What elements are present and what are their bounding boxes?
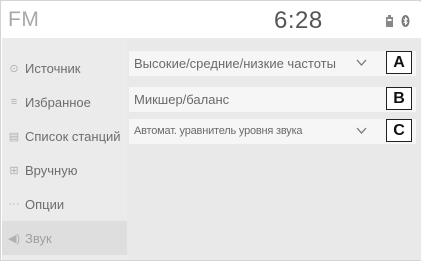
sidebar-menu: ⊙ Источник ≡ Избранное ▤ Список станций … <box>2 38 127 260</box>
sidebar-item-sound[interactable]: ◀) Звук <box>2 221 127 255</box>
sidebar-item-label: Список станций <box>25 128 121 144</box>
chevron-down-icon <box>356 59 367 66</box>
row-label: Автомат. уравнитель уровня звука <box>134 125 303 137</box>
row-mixer-balance[interactable]: Микшер/баланс B <box>129 87 416 112</box>
sidebar-item-label: Источник <box>25 60 81 76</box>
sidebar-item-label: Звук <box>25 230 52 246</box>
sidebar-item-label: Вручную <box>25 162 78 178</box>
sound-icon: ◀) <box>7 232 21 245</box>
sidebar-item-source[interactable]: ⊙ Источник <box>2 51 127 85</box>
row-auto-level[interactable]: Автомат. уравнитель уровня звука C <box>129 119 416 144</box>
sidebar-item-station-list[interactable]: ▤ Список станций <box>2 119 127 153</box>
callout-marker: C <box>386 119 412 142</box>
sidebar-item-manual[interactable]: ⊞ Вручную <box>2 153 127 187</box>
options-icon: ··· <box>8 198 20 210</box>
sidebar-item-label: Опции <box>25 196 65 212</box>
chevron-down-icon <box>356 127 367 134</box>
head-unit-screen: FM 6:28 ⊙ Источник ≡ Избранное ▤ Список … <box>0 0 421 261</box>
sound-settings-list: Высокие/средние/низкие частоты A Микшер/… <box>127 38 421 260</box>
clock: 6:28 <box>274 7 323 34</box>
header-bar: FM 6:28 <box>2 2 421 38</box>
source-icon: ⊙ <box>9 62 19 75</box>
row-tone-settings[interactable]: Высокие/средние/низкие частоты A <box>129 51 416 76</box>
favorites-icon: ≡ <box>10 96 18 108</box>
sidebar-item-favorites[interactable]: ≡ Избранное <box>2 85 127 119</box>
sidebar-item-label: Избранное <box>25 94 91 110</box>
callout-marker: A <box>386 51 412 74</box>
bluetooth-icon <box>401 15 410 27</box>
manual-icon: ⊞ <box>9 164 19 177</box>
callout-marker: B <box>386 87 412 110</box>
sidebar-item-options[interactable]: ··· Опции <box>2 187 127 221</box>
row-label: Микшер/баланс <box>134 92 230 107</box>
source-title: FM <box>8 8 40 31</box>
station-list-icon: ▤ <box>8 130 20 143</box>
battery-icon <box>386 15 393 27</box>
row-label: Высокие/средние/низкие частоты <box>134 56 336 71</box>
